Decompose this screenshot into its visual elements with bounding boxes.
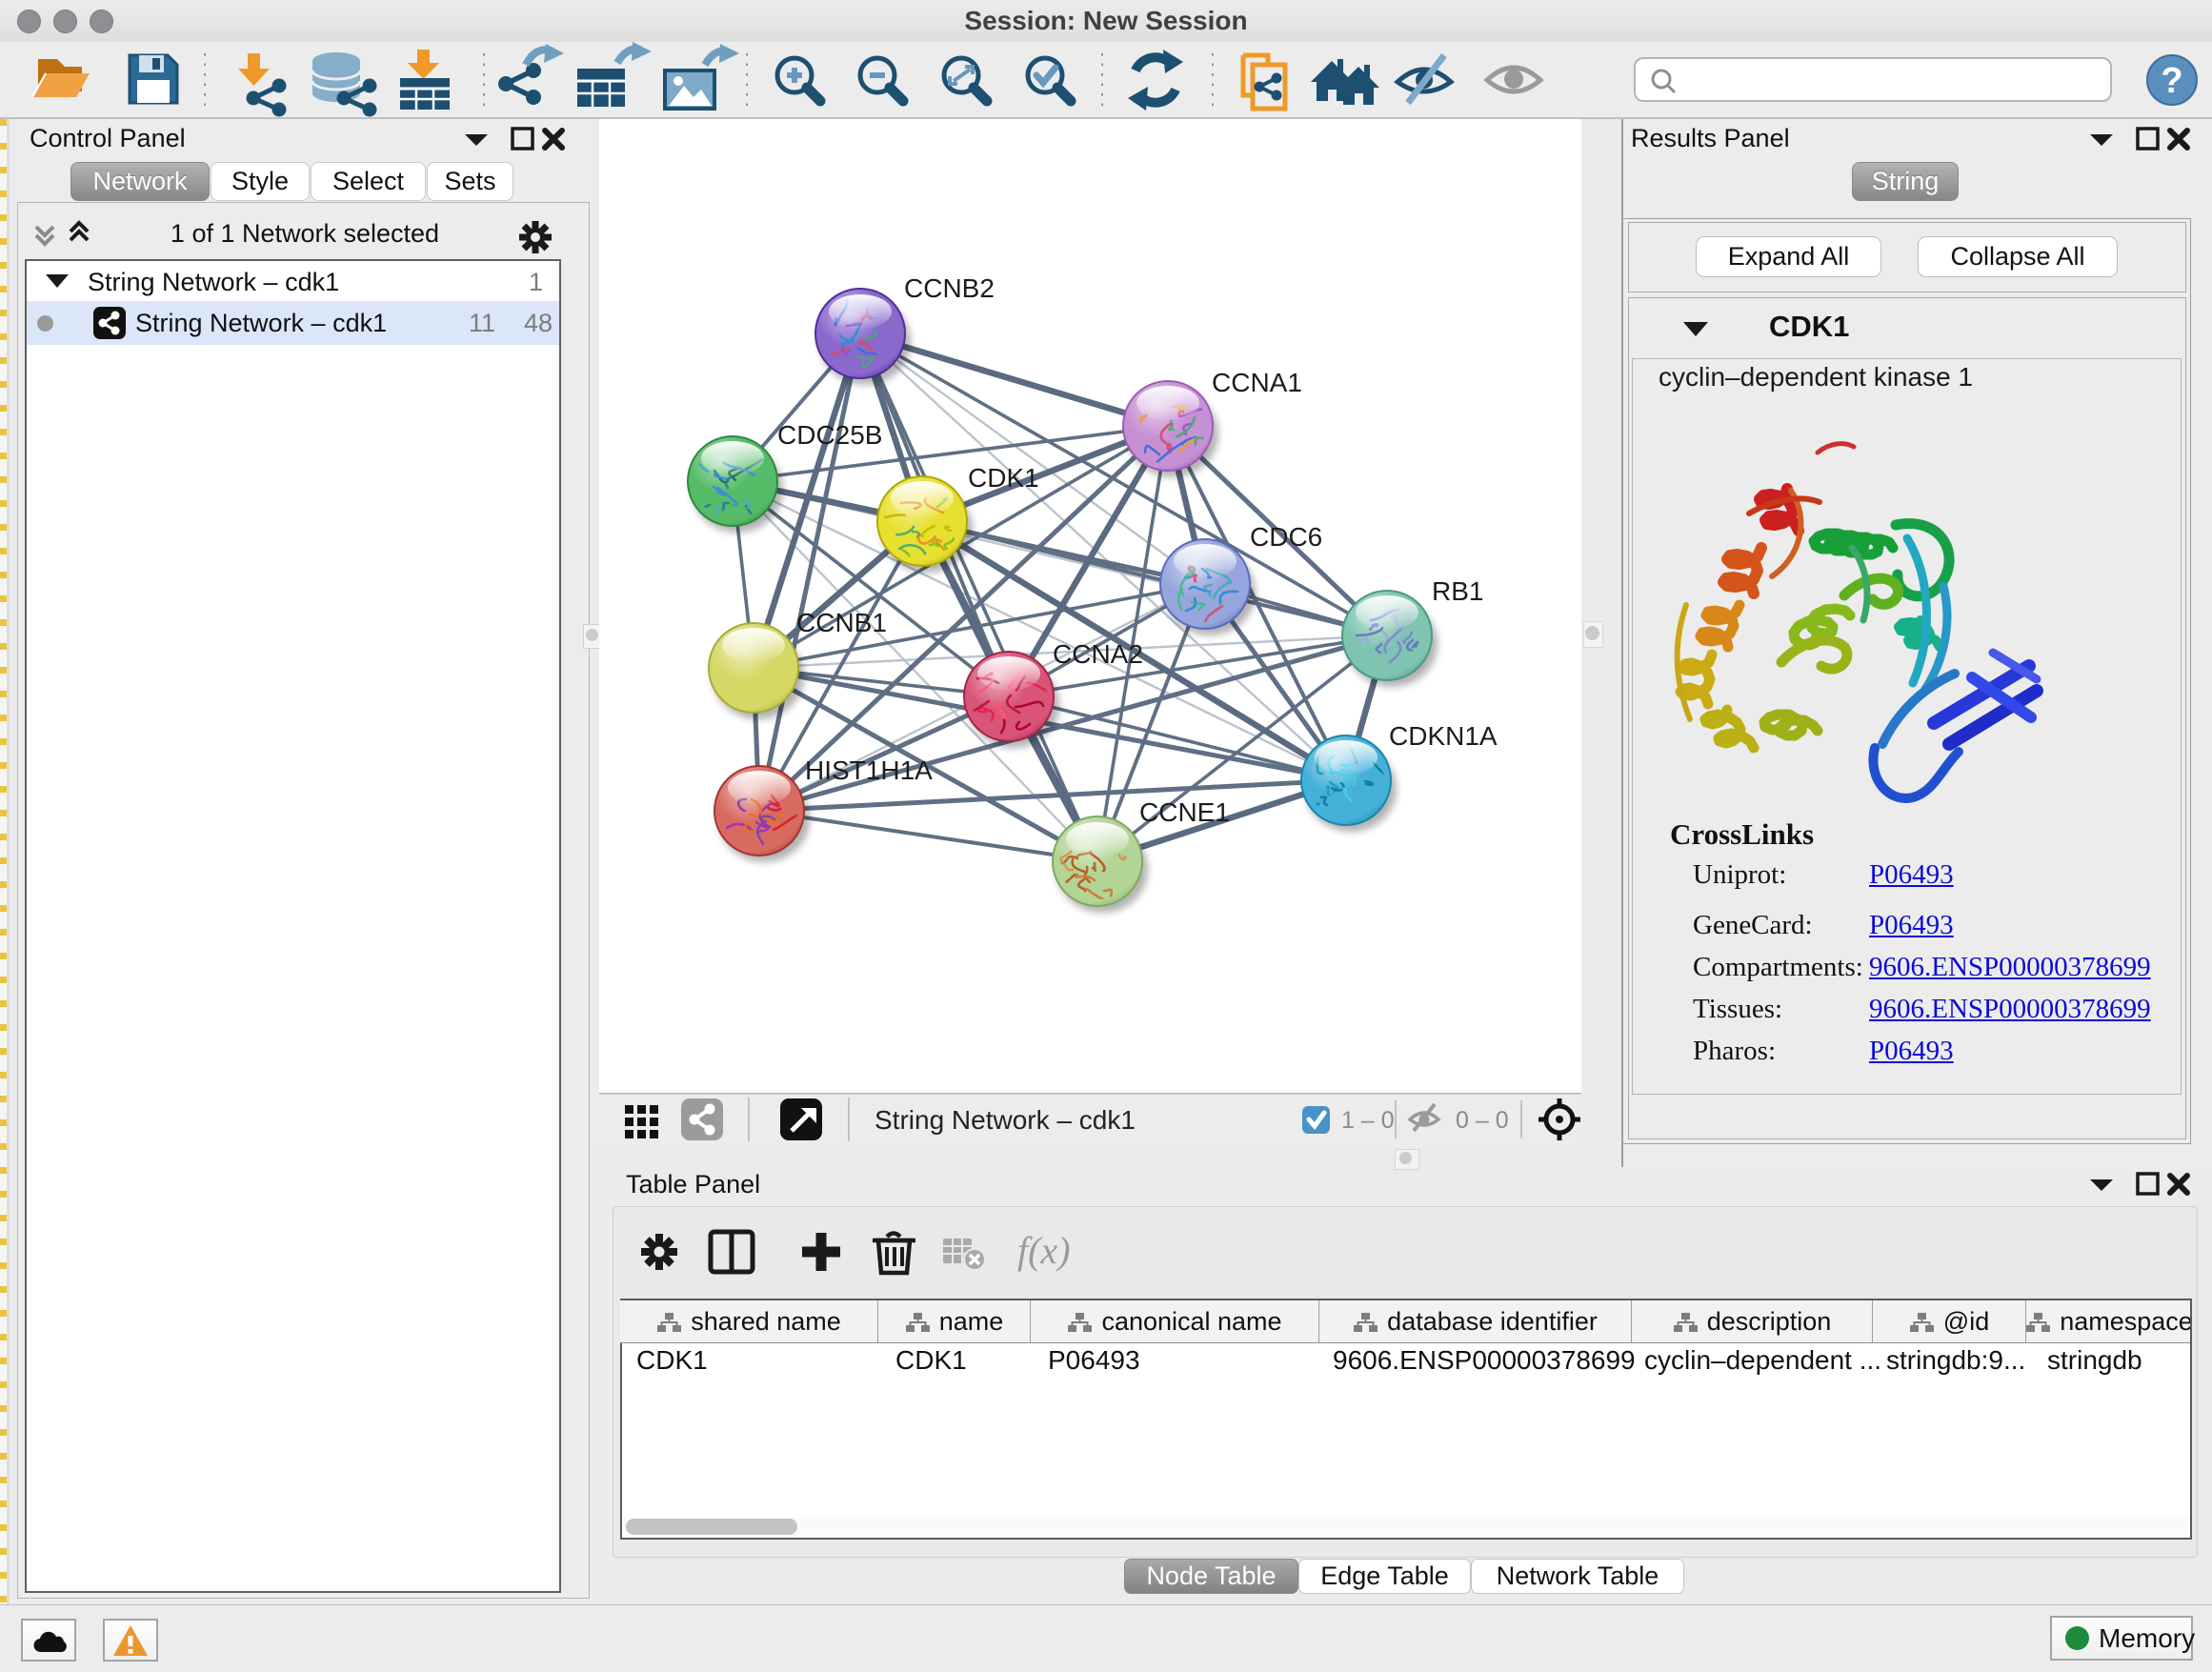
svg-text:0 – 0: 0 – 0: [1456, 1107, 1509, 1134]
svg-text:1 – 0: 1 – 0: [1341, 1107, 1395, 1134]
svg-text:CCNA1: CCNA1: [1212, 368, 1302, 397]
svg-text:RB1: RB1: [1432, 576, 1483, 606]
svg-text:CCNB2: CCNB2: [904, 273, 995, 303]
svg-text:CCNA2: CCNA2: [1053, 639, 1143, 669]
svg-text:CCNE1: CCNE1: [1139, 797, 1230, 827]
svg-text:CCNB1: CCNB1: [796, 608, 887, 637]
svg-text:CDC25B: CDC25B: [777, 420, 882, 450]
svg-text:f(x): f(x): [1017, 1229, 1071, 1272]
svg-text:CDK1: CDK1: [968, 463, 1039, 493]
svg-text:String Network – cdk1: String Network – cdk1: [875, 1105, 1136, 1135]
svg-text:CDKN1A: CDKN1A: [1389, 721, 1498, 751]
svg-text:?: ?: [2161, 61, 2182, 101]
svg-text:CDC6: CDC6: [1250, 522, 1322, 552]
svg-text:HIST1H1A: HIST1H1A: [805, 755, 933, 785]
